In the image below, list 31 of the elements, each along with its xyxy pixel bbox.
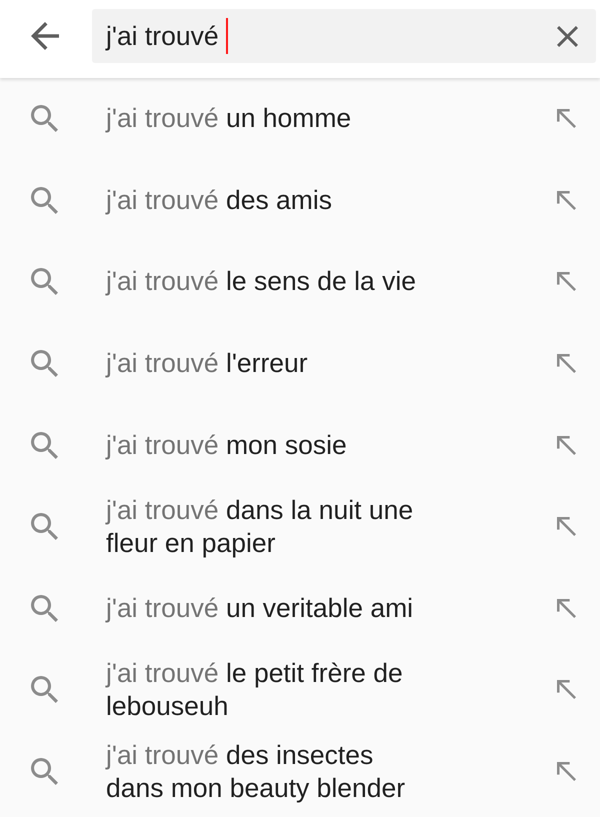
arrow-up-left-icon[interactable] — [557, 272, 576, 292]
arrow-up-left-icon[interactable] — [557, 680, 576, 700]
arrow-up-left-icon[interactable] — [557, 762, 576, 782]
search-icon — [31, 186, 58, 214]
search-icon — [31, 432, 58, 459]
arrow-up-left-icon[interactable] — [557, 190, 576, 210]
suggestion-text[interactable]: j'ai trouvé un homme — [106, 102, 352, 136]
text-cursor-icon — [226, 18, 228, 54]
suggestion-text[interactable]: j'ai trouvé l'erreur — [106, 347, 308, 380]
search-icon — [31, 594, 58, 622]
back-arrow-icon — [31, 22, 59, 50]
search-icon — [31, 758, 58, 786]
arrow-up-left-icon[interactable] — [557, 436, 576, 455]
close-icon — [556, 26, 578, 46]
search-icon — [31, 105, 58, 132]
search-icon — [31, 350, 58, 378]
arrow-up-left-icon[interactable] — [557, 598, 576, 618]
search-icon — [31, 513, 58, 540]
search-icon — [31, 268, 58, 296]
suggestion-text[interactable]: j'ai trouvé des amis — [106, 184, 332, 217]
search-field[interactable]: j'ai trouvé — [92, 9, 596, 63]
arrow-up-left-icon[interactable] — [557, 354, 576, 374]
suggestion-text[interactable]: j'ai trouvé le petit frère de lebouseuh — [106, 656, 424, 723]
arrow-up-left-icon[interactable] — [557, 517, 576, 536]
suggestion-text[interactable]: j'ai trouvé un veritable ami — [106, 592, 414, 625]
suggestion-text[interactable]: j'ai trouvé le sens de la vie — [106, 265, 416, 298]
arrow-up-left-icon[interactable] — [557, 109, 576, 128]
search-icon — [31, 676, 58, 704]
suggestion-text[interactable]: j'ai trouvé mon sosie — [106, 428, 347, 462]
suggestion-text[interactable]: j'ai trouvé dans la nuit une fleur en papier — [106, 494, 424, 560]
suggestion-text[interactable]: j'ai trouvé des insectes dans mon beauty blender — [106, 738, 424, 805]
